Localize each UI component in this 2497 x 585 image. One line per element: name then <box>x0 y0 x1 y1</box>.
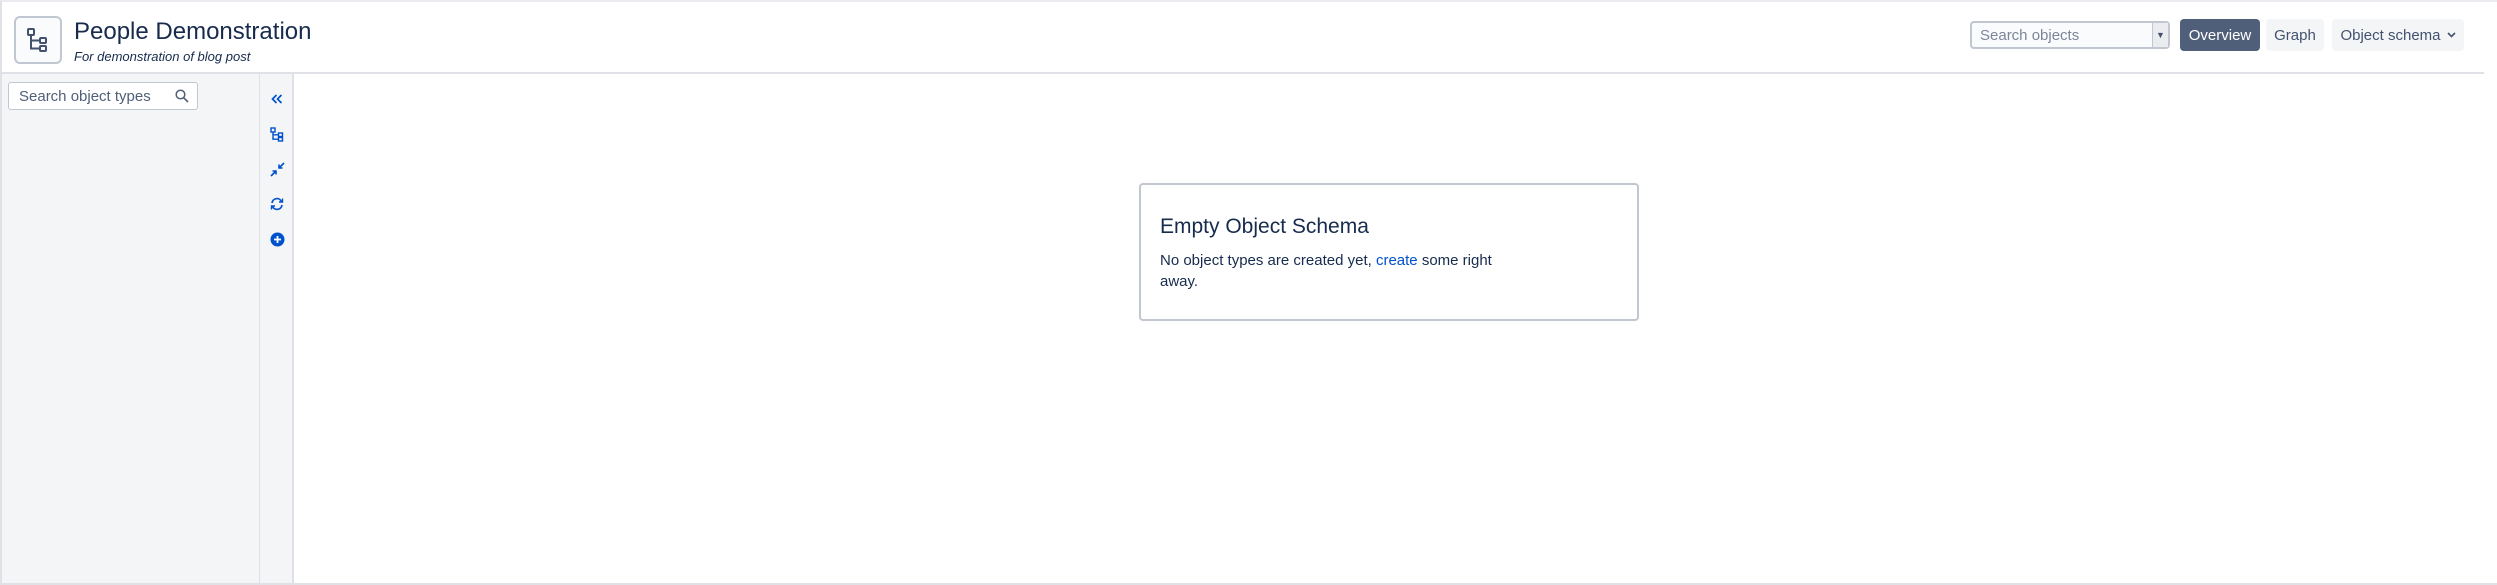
empty-state-message: No object types are created yet, create … <box>1160 250 1520 292</box>
chevron-down-icon <box>2446 32 2456 38</box>
object-schema-label: Object schema <box>2340 26 2441 44</box>
page-subtitle: For demonstration of blog post <box>74 49 251 64</box>
collapse-all-icon[interactable] <box>266 158 288 180</box>
page-header: People Demonstration For demonstration o… <box>2 2 2484 74</box>
empty-state-title: Empty Object Schema <box>1160 215 1369 238</box>
hierarchy-icon <box>14 16 62 64</box>
collapse-sidebar-icon[interactable] <box>266 88 288 110</box>
search-objects-input[interactable] <box>1972 23 2150 47</box>
add-object-type-icon[interactable] <box>266 228 288 250</box>
empty-state-text-before: No object types are created yet, <box>1160 252 1376 269</box>
search-icon <box>175 89 189 103</box>
search-object-types-input[interactable] <box>9 87 169 105</box>
refresh-icon[interactable] <box>266 193 288 215</box>
empty-schema-card: Empty Object Schema No object types are … <box>1139 183 1639 321</box>
object-schema-dropdown[interactable]: Object schema <box>2332 19 2464 51</box>
chevron-down-icon[interactable]: ▼ <box>2152 23 2168 47</box>
object-types-sidebar <box>2 74 260 585</box>
overview-button[interactable]: Overview <box>2180 19 2260 51</box>
page-title: People Demonstration <box>74 18 312 45</box>
hierarchy-view-icon[interactable] <box>266 123 288 145</box>
search-objects-field[interactable]: ▼ <box>1970 21 2170 49</box>
create-object-type-link[interactable]: create <box>1376 252 1418 269</box>
app-root: People Demonstration For demonstration o… <box>0 0 2497 585</box>
main-content: Empty Object Schema No object types are … <box>294 74 2484 585</box>
graph-button[interactable]: Graph <box>2266 19 2324 51</box>
tree-toolbar <box>260 74 294 585</box>
search-object-types-field[interactable] <box>8 82 198 110</box>
